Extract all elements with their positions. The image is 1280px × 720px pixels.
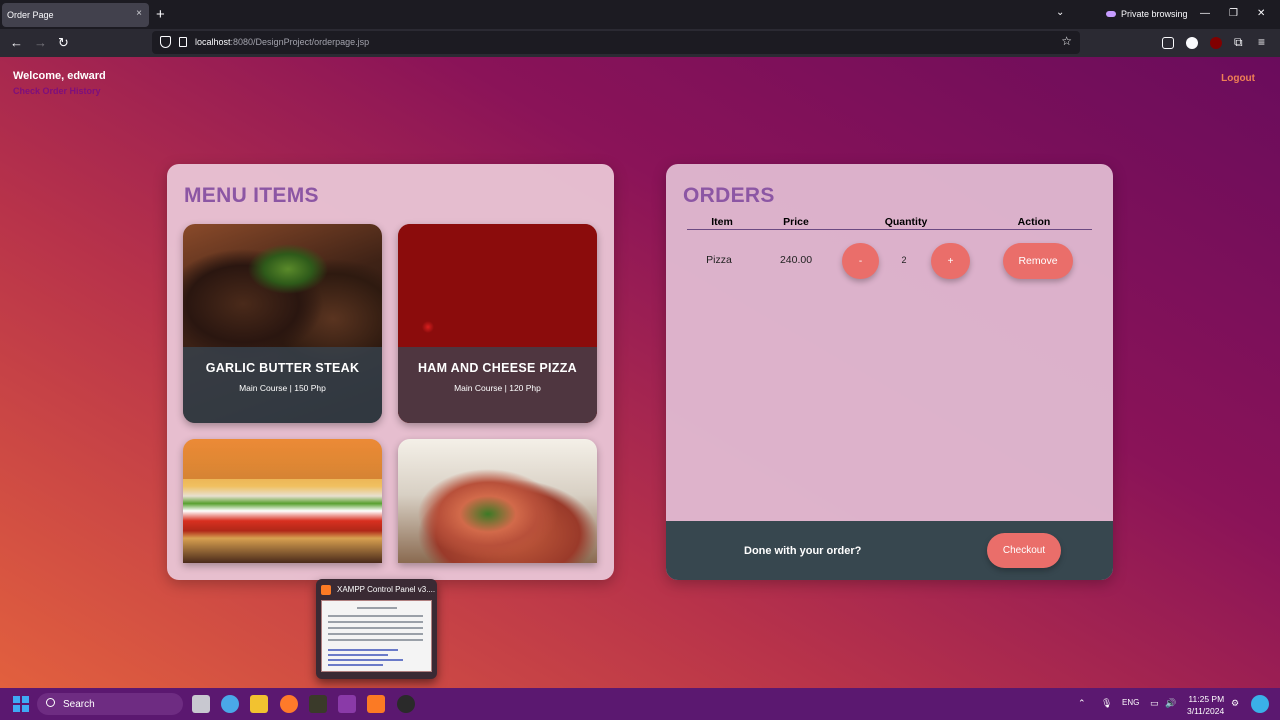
url-bar[interactable]: localhost:8080/DesignProject/orderpage.j… <box>152 31 1080 54</box>
task-view-icon[interactable] <box>192 695 210 713</box>
tray-chevron-icon[interactable]: ⌃ <box>1078 698 1086 709</box>
tracking-shield-icon[interactable] <box>160 36 171 48</box>
browser-tab-bar: Order Page × + ⌄ Private browsing — ❐ ✕ <box>0 0 1280 29</box>
window-close-icon[interactable]: ✕ <box>1257 8 1265 19</box>
private-browsing-label: Private browsing <box>1121 9 1188 19</box>
windows-start-icon[interactable] <box>13 696 29 712</box>
xampp-taskbar-thumbnail[interactable]: XAMPP Control Panel v3.... <box>316 579 437 679</box>
pocket-icon[interactable] <box>1162 37 1174 49</box>
page-info-icon[interactable] <box>179 37 187 47</box>
file-explorer-icon[interactable] <box>250 695 268 713</box>
extension-p-icon[interactable] <box>1186 37 1198 49</box>
restore-icon[interactable]: ❐ <box>1229 8 1238 19</box>
column-quantity: Quantity <box>884 216 928 228</box>
menu-card-burger[interactable] <box>183 439 382 563</box>
microphone-icon[interactable]: 🎙 <box>1101 698 1112 709</box>
firefox-icon[interactable] <box>280 695 298 713</box>
minimize-icon[interactable]: — <box>1200 8 1210 19</box>
tab-title: Order Page <box>7 10 54 20</box>
column-item: Item <box>711 216 733 228</box>
remove-item-button[interactable]: Remove <box>1003 243 1073 279</box>
widgets-icon[interactable] <box>221 695 239 713</box>
orders-panel: ORDERS Item Price Quantity Action Pizza … <box>666 164 1113 580</box>
card-desc: Main Course | 120 Php <box>454 383 541 393</box>
increase-quantity-button[interactable]: + <box>931 243 970 279</box>
menu-items-panel: MENU ITEMS GARLIC BUTTER STEAK Main Cour… <box>167 164 614 580</box>
hamburger-menu-icon[interactable]: ≡ <box>1258 35 1265 49</box>
url-host: localhost <box>195 37 231 47</box>
logout-link[interactable]: Logout <box>1221 73 1255 84</box>
welcome-text: Welcome, edward <box>13 70 106 82</box>
clock-time: 11:25 PM <box>1188 694 1225 704</box>
new-tab-button[interactable]: + <box>156 6 165 23</box>
firefox-private-icon[interactable] <box>338 695 356 713</box>
checkout-footer: Done with your order? Checkout <box>666 521 1113 580</box>
orders-title: ORDERS <box>683 184 775 207</box>
decrease-quantity-button[interactable]: - <box>842 243 879 279</box>
extensions-puzzle-icon[interactable]: ⧉ <box>1234 35 1243 50</box>
private-mask-icon <box>1106 11 1116 17</box>
checkout-button[interactable]: Checkout <box>987 533 1061 568</box>
xampp-taskbar-icon[interactable] <box>367 695 385 713</box>
back-arrow-icon[interactable]: ← <box>10 35 23 50</box>
column-action: Action <box>1017 216 1051 228</box>
copilot-icon[interactable] <box>1251 695 1269 713</box>
url-text[interactable]: localhost:8080/DesignProject/orderpage.j… <box>195 37 369 47</box>
volume-icon[interactable]: 🔊 <box>1165 698 1176 709</box>
order-page: Welcome, edward Check Order History Logo… <box>0 57 1280 688</box>
clock-date: 3/11/2024 <box>1187 706 1225 716</box>
private-browsing-indicator: Private browsing <box>1106 9 1188 19</box>
notification-bell-icon[interactable]: ⚙ <box>1231 698 1239 709</box>
menu-card-salmon[interactable] <box>398 439 597 563</box>
language-indicator[interactable]: ENG <box>1122 698 1139 707</box>
card-desc: Main Course | 150 Php <box>239 383 326 393</box>
list-tabs-chevron-icon[interactable]: ⌄ <box>1056 7 1064 18</box>
url-path: :8080/DesignProject/orderpage.jsp <box>230 37 370 47</box>
network-icon[interactable]: ▭ <box>1150 698 1159 709</box>
github-desktop-icon[interactable] <box>397 695 415 713</box>
taskbar-search[interactable]: Search <box>37 693 183 715</box>
order-item-quantity: 2 <box>901 255 907 265</box>
app-icon[interactable] <box>309 695 327 713</box>
ublock-icon[interactable] <box>1210 37 1222 49</box>
reload-icon[interactable]: ↻ <box>58 35 69 51</box>
forward-arrow-icon[interactable]: → <box>34 35 47 50</box>
column-price: Price <box>783 216 809 228</box>
thumbnail-title: XAMPP Control Panel v3.... <box>337 585 436 594</box>
system-clock[interactable]: 11:25 PM 3/11/2024 <box>1187 693 1224 717</box>
check-order-history-link[interactable]: Check Order History <box>13 86 101 96</box>
search-icon <box>46 698 55 707</box>
bookmark-star-icon[interactable]: ☆ <box>1061 34 1072 48</box>
thumbnail-preview <box>321 600 432 672</box>
menu-card-steak[interactable]: GARLIC BUTTER STEAK Main Course | 150 Ph… <box>183 224 382 423</box>
order-item-name: Pizza <box>706 254 732 266</box>
done-with-order-text: Done with your order? <box>744 545 862 557</box>
menu-items-title: MENU ITEMS <box>184 184 319 207</box>
burger-image <box>183 439 382 563</box>
card-name: HAM AND CHEESE PIZZA <box>417 361 577 375</box>
taskbar: Search ⌃ 🎙 ENG ▭ 🔊 11:25 PM 3/11/2024 ⚙ <box>0 688 1280 720</box>
tab-order-page[interactable]: Order Page × <box>2 3 149 27</box>
browser-nav-bar: ← → ↻ localhost:8080/DesignProject/order… <box>0 29 1280 57</box>
orders-table-header: Item Price Quantity Action <box>687 216 1092 230</box>
xampp-icon <box>321 585 331 595</box>
tab-close-icon[interactable]: × <box>136 8 142 19</box>
search-label: Search <box>63 698 95 710</box>
salmon-image <box>398 439 597 563</box>
menu-card-pizza[interactable]: HAM AND CHEESE PIZZA Main Course | 120 P… <box>398 224 597 423</box>
order-item-price: 240.00 <box>779 254 813 266</box>
card-name: GARLIC BUTTER STEAK <box>205 361 360 375</box>
